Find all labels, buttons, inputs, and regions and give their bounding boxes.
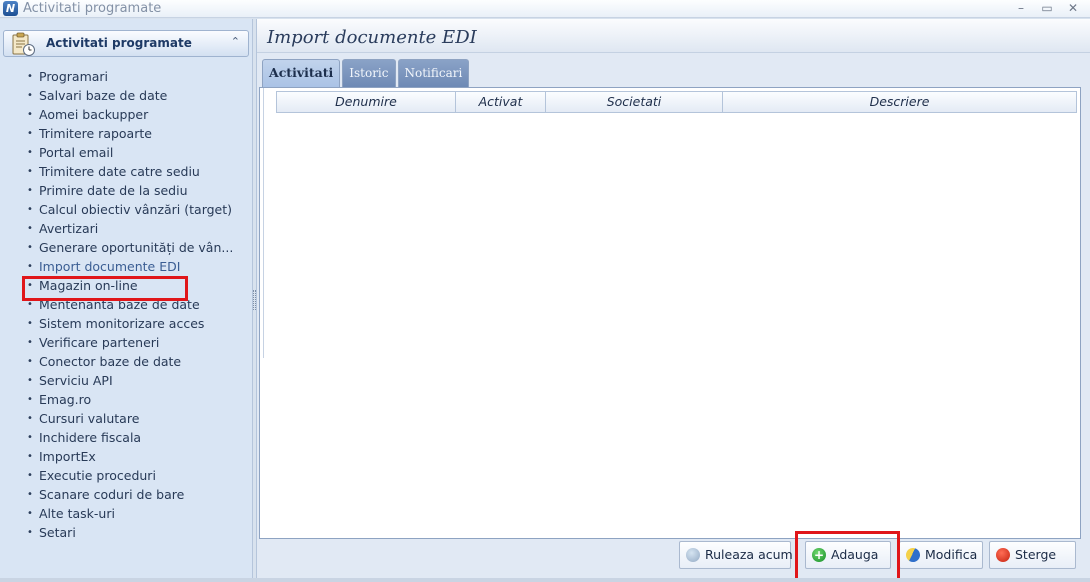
- sidebar-item-aomei-backupper[interactable]: Aomei backupper: [0, 105, 238, 124]
- tab-notificari[interactable]: Notificari: [397, 59, 470, 87]
- main-header: Import documente EDI: [257, 19, 1090, 53]
- window-title: Activitati programate: [23, 1, 162, 16]
- plus-icon: +: [812, 548, 826, 562]
- sidebar-item-alte-task-uri[interactable]: Alte task-uri: [0, 504, 238, 523]
- main-panel: Import documente EDI Activitati Istoric …: [256, 19, 1090, 581]
- sidebar-item-mentenanta-baze-de-date[interactable]: Mentenanta baze de date: [0, 295, 238, 314]
- sidebar-item-verificare-parteneri[interactable]: Verificare parteneri: [0, 333, 238, 352]
- maximize-icon[interactable]: ▭: [1038, 0, 1056, 18]
- sidebar-item-setari[interactable]: Setari: [0, 523, 238, 542]
- sidebar-item-emag-ro[interactable]: Emag.ro: [0, 390, 238, 409]
- sidebar-title: Activitati programate: [46, 36, 192, 50]
- tab-bar: Activitati Istoric Notificari: [262, 59, 471, 88]
- modify-label: Modifica: [925, 547, 978, 562]
- sidebar-item-salvari-baze-de-date[interactable]: Salvari baze de date: [0, 86, 238, 105]
- run-now-button[interactable]: Ruleaza acum: [679, 541, 793, 569]
- sidebar-item-executie-proceduri[interactable]: Executie proceduri: [0, 466, 238, 485]
- sidebar-item-cursuri-valutare[interactable]: Cursuri valutare: [0, 409, 238, 428]
- column-header-societati[interactable]: Societati: [546, 92, 723, 112]
- clipboard-clock-icon: [12, 32, 35, 56]
- sidebar-item-serviciu-api[interactable]: Serviciu API: [0, 371, 238, 390]
- modify-button[interactable]: Modifica: [899, 541, 983, 569]
- tab-istoric[interactable]: Istoric: [342, 59, 396, 87]
- sidebar-nav: Programari Salvari baze de date Aomei ba…: [0, 67, 250, 542]
- sidebar-item-import-documente-edi[interactable]: Import documente EDI: [0, 257, 238, 276]
- sidebar-item-importex[interactable]: ImportEx: [0, 447, 238, 466]
- sidebar-item-primire-date-de-la-sediu[interactable]: Primire date de la sediu: [0, 181, 238, 200]
- column-header-denumire[interactable]: Denumire: [277, 92, 456, 112]
- page-title: Import documente EDI: [267, 27, 477, 48]
- sidebar-item-conector-baze-de-date[interactable]: Conector baze de date: [0, 352, 238, 371]
- sidebar-item-magazin-on-line[interactable]: Magazin on-line: [0, 276, 238, 295]
- sidebar-item-sistem-monitorizare-acces[interactable]: Sistem monitorizare acces: [0, 314, 238, 333]
- sidebar-item-avertizari[interactable]: Avertizari: [0, 219, 238, 238]
- delete-label: Sterge: [1015, 547, 1057, 562]
- add-button[interactable]: + Adauga: [805, 541, 891, 569]
- sidebar-item-scanare-coduri-de-bare[interactable]: Scanare coduri de bare: [0, 485, 238, 504]
- column-header-activat[interactable]: Activat: [456, 92, 546, 112]
- sidebar-item-trimitere-date-catre-sediu[interactable]: Trimitere date catre sediu: [0, 162, 238, 181]
- chevron-up-icon[interactable]: ⌃: [231, 35, 240, 48]
- window-controls: – ▭ ✕: [1012, 0, 1082, 18]
- sidebar-item-trimitere-rapoarte[interactable]: Trimitere rapoarte: [0, 124, 238, 143]
- title-bar: N Activitati programate – ▭ ✕: [0, 0, 1090, 18]
- sidebar-item-inchidere-fiscala[interactable]: Inchidere fiscala: [0, 428, 238, 447]
- app-logo-icon: N: [3, 1, 18, 16]
- grid-row-indicator-column: [260, 88, 264, 358]
- window-bottom-border: [0, 578, 1090, 582]
- close-icon[interactable]: ✕: [1064, 0, 1082, 18]
- delete-button[interactable]: Sterge: [989, 541, 1076, 569]
- pencil-icon: [904, 546, 922, 564]
- sidebar-header[interactable]: Activitati programate ⌃: [3, 30, 249, 57]
- sidebar-item-programari[interactable]: Programari: [0, 67, 238, 86]
- grid-header: Denumire Activat Societati Descriere: [276, 91, 1077, 113]
- sidebar-item-calcul-obiectiv-vanzari[interactable]: Calcul obiectiv vânzări (target): [0, 200, 238, 219]
- sidebar: Activitati programate ⌃ Programari Salva…: [0, 19, 253, 580]
- trash-icon: [996, 548, 1010, 562]
- sidebar-item-generare-oportunitati[interactable]: Generare oportunități de vân...: [0, 238, 238, 257]
- sidebar-item-portal-email[interactable]: Portal email: [0, 143, 238, 162]
- tab-activitati[interactable]: Activitati: [262, 59, 341, 88]
- column-header-descriere[interactable]: Descriere: [723, 92, 1076, 112]
- play-arrow-icon: [686, 548, 700, 562]
- add-label: Adauga: [831, 547, 879, 562]
- minimize-icon[interactable]: –: [1012, 0, 1030, 18]
- activities-grid[interactable]: Denumire Activat Societati Descriere: [259, 87, 1081, 539]
- run-now-label: Ruleaza acum: [705, 547, 793, 562]
- action-bar: Ruleaza acum + Adauga Modifica Sterge: [257, 531, 1090, 581]
